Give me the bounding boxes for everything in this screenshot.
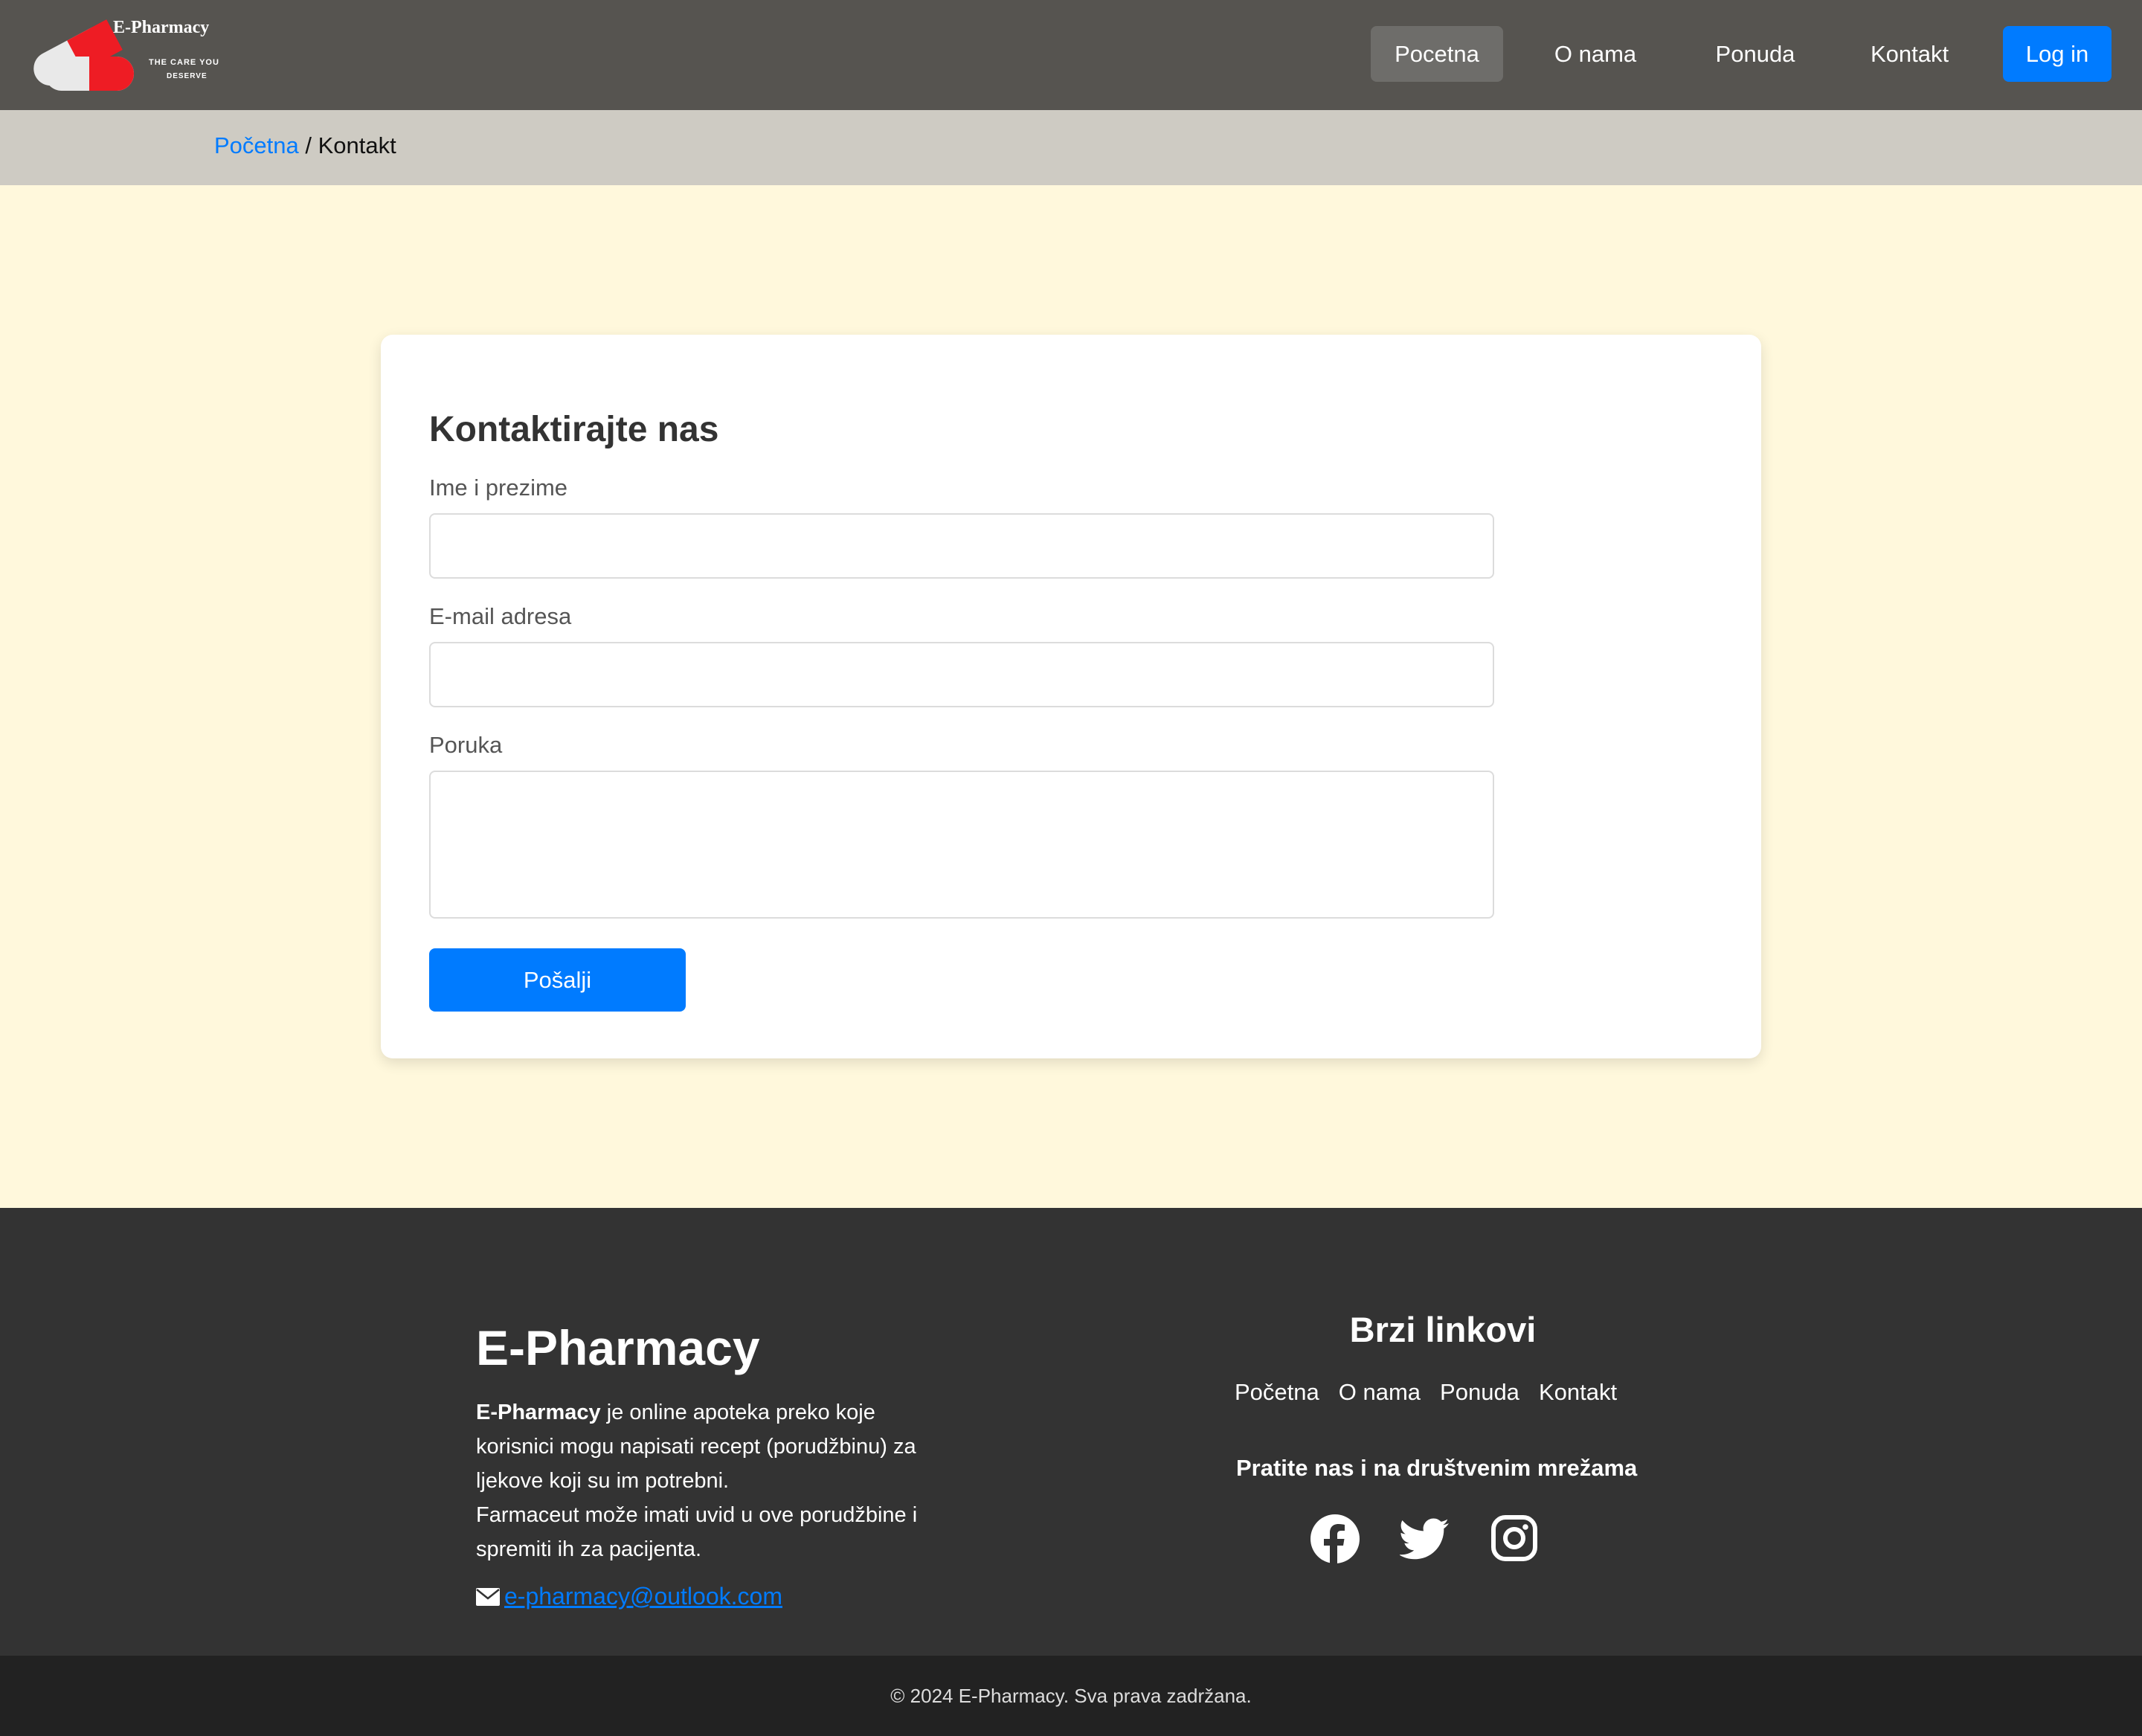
footer-email-link[interactable]: e-pharmacy@outlook.com (504, 1583, 782, 1610)
send-button[interactable]: Pošalji (429, 948, 686, 1012)
footer-desc-line2: Farmaceut može imati uvid u ove porudžbi… (476, 1503, 918, 1561)
facebook-icon[interactable] (1309, 1513, 1361, 1565)
brand-logo[interactable]: E-Pharmacy THE CARE YOU DESERVE (30, 13, 231, 95)
follow-title: Pratite nas i na društvenim mrežama (1236, 1455, 1638, 1481)
navbar: E-Pharmacy THE CARE YOU DESERVE Pocetna … (0, 0, 2142, 110)
login-button[interactable]: Log in (2003, 26, 2112, 82)
message-label: Poruka (429, 732, 503, 758)
email-label: E-mail adresa (429, 603, 572, 629)
quick-link-ponuda[interactable]: Ponuda (1440, 1379, 1519, 1405)
message-textarea[interactable] (429, 771, 1494, 919)
copyright: © 2024 E-Pharmacy. Sva prava zadržana. (0, 1656, 2142, 1736)
footer-email: e-pharmacy@outlook.com (476, 1583, 782, 1610)
nav-pocetna[interactable]: Pocetna (1371, 26, 1503, 82)
breadcrumb-separator: / (298, 132, 318, 158)
logo-tagline: THE CARE YOU (149, 58, 219, 67)
breadcrumb-current: Kontakt (318, 132, 396, 158)
quick-link-pocetna[interactable]: Početna (1235, 1379, 1319, 1405)
logo-name: E-Pharmacy (113, 18, 210, 37)
quick-link-kontakt[interactable]: Kontakt (1539, 1379, 1617, 1405)
name-label: Ime i prezime (429, 475, 568, 501)
contact-card: Kontaktirajte nas Ime i prezime E-mail a… (381, 335, 1761, 1058)
breadcrumb-home-link[interactable]: Početna (214, 132, 299, 158)
quick-links: Početna O nama Ponuda Kontakt (1235, 1379, 1636, 1406)
footer-desc-bold: E-Pharmacy (476, 1401, 601, 1424)
breadcrumb-bar: Početna / Kontakt (0, 110, 2142, 185)
footer: E-Pharmacy E-Pharmacy je online apoteka … (0, 1208, 2142, 1656)
logo-tagline-2: DESERVE (167, 72, 208, 80)
quick-link-o-nama[interactable]: O nama (1339, 1379, 1421, 1405)
footer-description: E-Pharmacy je online apoteka preko koje … (476, 1395, 937, 1566)
nav-ponuda[interactable]: Ponuda (1696, 26, 1815, 82)
nav-kontakt[interactable]: Kontakt (1844, 26, 1975, 82)
quick-links-title: Brzi linkovi (1349, 1310, 1537, 1349)
footer-brand: E-Pharmacy (476, 1320, 760, 1375)
envelope-icon (476, 1588, 500, 1606)
email-input[interactable] (429, 642, 1494, 707)
nav-o-nama[interactable]: O nama (1532, 26, 1659, 82)
name-input[interactable] (429, 513, 1494, 579)
form-title: Kontaktirajte nas (429, 410, 719, 449)
instagram-icon[interactable] (1489, 1513, 1541, 1565)
twitter-icon[interactable] (1400, 1513, 1452, 1565)
breadcrumb: Početna / Kontakt (214, 132, 396, 159)
